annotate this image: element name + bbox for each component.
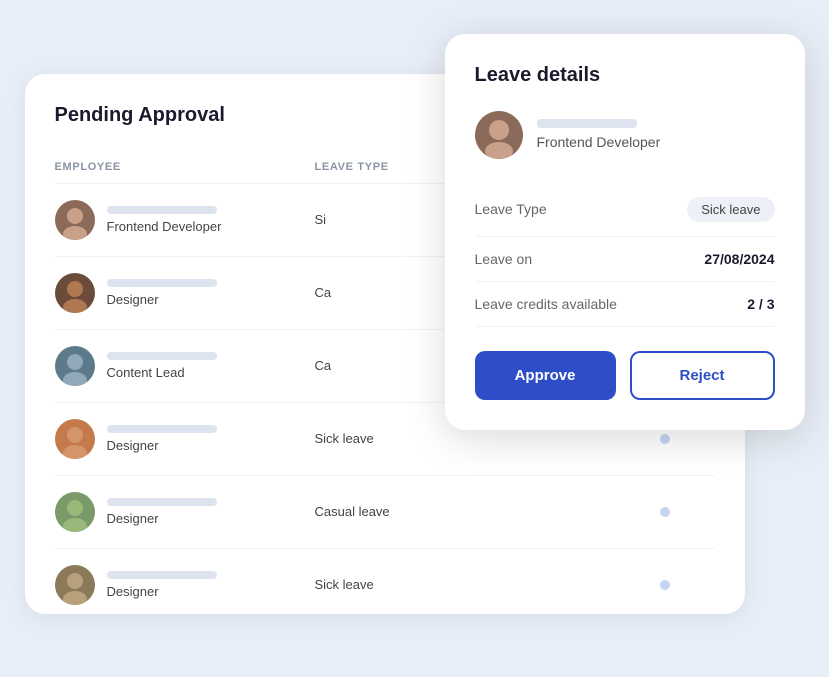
modal-title: Leave details [475,64,775,87]
employee-cell: Designer [55,565,315,605]
avatar [55,200,95,240]
leave-details-modal: Leave details Frontend Developer Leave T… [445,34,805,430]
days-dot [660,434,670,444]
avatar [55,273,95,313]
leave-credits-row: Leave credits available 2 / 3 [475,282,775,327]
employee-info: Designer [107,425,217,453]
modal-employee: Frontend Developer [475,111,775,159]
employee-name: Designer [107,292,217,307]
table-row[interactable]: Designer Casual leave [55,476,715,549]
name-placeholder [107,279,217,287]
modal-employee-info: Frontend Developer [537,119,661,150]
leave-on-value: 27/08/2024 [704,251,774,267]
days-cell [615,434,715,444]
modal-avatar [475,111,523,159]
employee-info: Designer [107,279,217,307]
employee-cell: Frontend Developer [55,200,315,240]
employee-info: Content Lead [107,352,217,380]
employee-name: Designer [107,584,217,599]
reject-button[interactable]: Reject [630,351,775,400]
name-placeholder [107,425,217,433]
table-row[interactable]: Designer Sick leave [55,549,715,614]
name-placeholder [107,352,217,360]
name-placeholder [107,498,217,506]
modal-actions: Approve Reject [475,351,775,400]
employee-name: Frontend Developer [107,219,222,234]
days-cell [615,580,715,590]
leave-type: Sick leave [315,431,615,446]
name-placeholder [107,206,217,214]
leave-type: Casual leave [315,504,615,519]
employee-cell: Designer [55,419,315,459]
avatar [55,492,95,532]
sick-leave-badge: Sick leave [687,197,774,222]
col-employee: EMPLOYEE [55,161,315,173]
employee-cell: Designer [55,273,315,313]
avatar [55,346,95,386]
modal-role: Frontend Developer [537,134,661,150]
employee-name: Content Lead [107,365,217,380]
employee-name: Designer [107,511,217,526]
employee-info: Designer [107,571,217,599]
leave-on-label: Leave on [475,251,533,267]
avatar [55,419,95,459]
days-dot [660,580,670,590]
leave-type: Sick leave [315,577,615,592]
modal-name-placeholder [537,119,637,128]
leave-type-row: Leave Type Sick leave [475,183,775,237]
approve-button[interactable]: Approve [475,351,616,400]
days-cell [615,507,715,517]
leave-on-row: Leave on 27/08/2024 [475,237,775,282]
days-dot [660,507,670,517]
employee-name: Designer [107,438,217,453]
name-placeholder [107,571,217,579]
leave-credits-value: 2 / 3 [747,296,774,312]
leave-credits-label: Leave credits available [475,296,617,312]
employee-info: Designer [107,498,217,526]
employee-info: Frontend Developer [107,206,222,234]
employee-cell: Content Lead [55,346,315,386]
leave-type-label: Leave Type [475,201,547,217]
employee-cell: Designer [55,492,315,532]
avatar [55,565,95,605]
